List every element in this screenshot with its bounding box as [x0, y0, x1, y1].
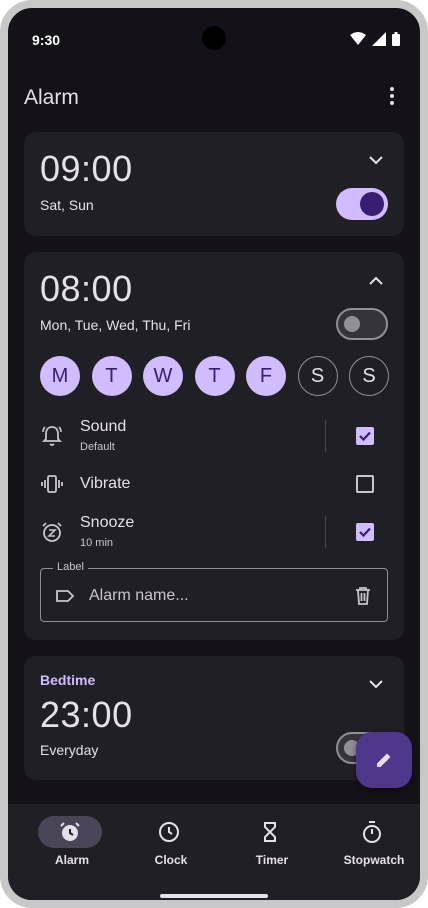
snooze-icon — [42, 522, 62, 542]
app-bar: Alarm — [24, 74, 404, 114]
snooze-checkbox[interactable] — [356, 523, 374, 541]
home-indicator[interactable] — [160, 894, 268, 898]
alarm-card-expanded[interactable]: 08:00 Mon, Tue, Wed, Thu, Fri M T W T F … — [24, 252, 404, 640]
label-tag-icon — [56, 590, 75, 602]
signal-icon — [372, 32, 386, 46]
alarm-toggle[interactable] — [336, 188, 388, 220]
nav-clock[interactable]: Clock — [123, 816, 219, 876]
alarm-time[interactable]: 09:00 — [40, 148, 133, 190]
divider — [325, 420, 326, 452]
nav-indicator — [38, 816, 102, 848]
nav-indicator — [137, 816, 201, 848]
pencil-icon — [377, 753, 391, 767]
stopwatch-icon — [363, 821, 381, 843]
check-icon — [359, 431, 371, 442]
alarm-toggle[interactable] — [336, 308, 388, 340]
vibrate-label: Vibrate — [80, 475, 131, 492]
alarm-time[interactable]: 08:00 — [40, 268, 133, 310]
day-chips: M T W T F S S — [40, 356, 389, 396]
day-chip-wednesday[interactable]: W — [143, 356, 183, 396]
status-time: 9:30 — [32, 32, 61, 48]
bedtime-alarm-card[interactable]: Bedtime 23:00 Everyday — [24, 656, 404, 780]
alarm-days: Sat, Sun — [40, 197, 94, 213]
label-field-caption: Label — [53, 561, 88, 573]
day-chip-friday[interactable]: F — [246, 356, 286, 396]
divider — [325, 516, 326, 548]
edit-fab[interactable] — [356, 732, 412, 788]
nav-indicator — [340, 816, 404, 848]
alarm-icon — [60, 822, 80, 841]
nav-alarm[interactable]: Alarm — [24, 816, 120, 876]
vibrate-checkbox[interactable] — [356, 475, 374, 493]
toggle-thumb — [360, 192, 384, 216]
page-title: Alarm — [24, 86, 79, 109]
nav-label: Stopwatch — [343, 853, 405, 867]
nav-label: Timer — [255, 853, 289, 867]
chevron-down-icon — [369, 679, 383, 688]
camera-cutout — [202, 26, 226, 50]
nav-label: Clock — [154, 853, 188, 867]
check-icon — [359, 527, 371, 538]
nav-stopwatch[interactable]: Stopwatch — [326, 816, 420, 876]
toggle-thumb — [344, 316, 360, 332]
vibrate-option-row[interactable]: Vibrate — [40, 460, 388, 508]
screen: 9:30 Alarm 09:00 Sat, Sun 08:00 Mon, Tue… — [8, 8, 420, 900]
nav-label: Alarm — [54, 853, 89, 867]
status-bar: 9:30 — [8, 8, 420, 56]
alarm-label-field: Label — [40, 561, 388, 622]
sound-option-row[interactable]: Sound Default — [40, 412, 388, 460]
more-vert-icon — [390, 87, 394, 105]
snooze-value: 10 min — [80, 537, 114, 549]
phone-frame: 9:30 Alarm 09:00 Sat, Sun 08:00 Mon, Tue… — [0, 0, 428, 908]
day-chip-saturday[interactable]: S — [297, 356, 338, 396]
snooze-label: Snooze — [80, 514, 135, 531]
status-icons — [350, 32, 400, 46]
more-options-button[interactable] — [380, 82, 404, 110]
alarm-days: Everyday — [40, 742, 99, 758]
expand-button[interactable] — [364, 148, 388, 172]
nav-timer[interactable]: Timer — [224, 816, 320, 876]
day-chip-thursday[interactable]: T — [194, 356, 235, 396]
snooze-option-row[interactable]: Snooze 10 min — [40, 508, 388, 556]
sound-label: Sound — [80, 418, 127, 435]
day-chip-tuesday[interactable]: T — [91, 356, 132, 396]
day-chip-monday[interactable]: M — [40, 356, 80, 396]
alarm-time[interactable]: 23:00 — [40, 694, 133, 736]
bedtime-tag: Bedtime — [40, 672, 96, 688]
chevron-up-icon — [369, 276, 383, 285]
sound-value: Default — [80, 441, 115, 453]
bottom-navigation: Alarm Clock Timer Stopwatch — [8, 804, 420, 900]
bell-icon — [41, 426, 63, 446]
day-chip-sunday[interactable]: S — [349, 356, 389, 396]
wifi-icon — [350, 32, 366, 45]
battery-icon — [392, 32, 400, 46]
clock-icon — [159, 822, 179, 842]
expand-button[interactable] — [364, 672, 388, 696]
chevron-down-icon — [369, 155, 383, 164]
sound-checkbox[interactable] — [356, 427, 374, 445]
hourglass-icon — [264, 822, 276, 842]
vibrate-icon — [41, 475, 63, 493]
alarm-name-input[interactable] — [87, 581, 341, 611]
alarm-days: Mon, Tue, Wed, Thu, Fri — [40, 317, 191, 333]
collapse-button[interactable] — [364, 268, 388, 292]
alarm-card[interactable]: 09:00 Sat, Sun — [24, 132, 404, 236]
nav-indicator — [238, 816, 302, 848]
delete-icon[interactable] — [351, 584, 375, 608]
